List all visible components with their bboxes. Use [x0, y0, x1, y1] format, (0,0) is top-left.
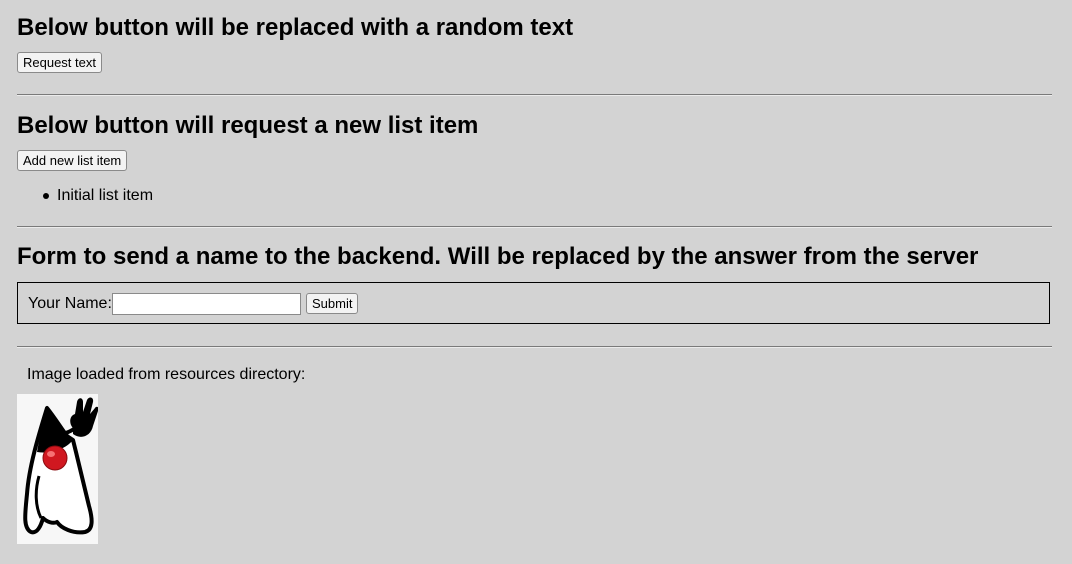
bullet-icon: [43, 193, 49, 199]
name-label: Your Name:: [28, 295, 112, 312]
duke-icon: [23, 397, 99, 535]
divider: [17, 226, 1052, 228]
name-form-heading: Form to send a name to the backend. Will…: [17, 243, 979, 270]
divider: [17, 94, 1052, 96]
random-text-heading: Below button will be replaced with a ran…: [17, 14, 574, 41]
divider: [17, 346, 1052, 348]
name-input[interactable]: [112, 293, 301, 315]
duke-mascot-image: [17, 394, 99, 544]
name-form: Your Name: Submit: [17, 282, 1050, 324]
request-text-button[interactable]: Request text: [17, 52, 102, 73]
list-item: Initial list item: [43, 186, 153, 206]
image-caption: Image loaded from resources directory:: [27, 366, 306, 383]
submit-button[interactable]: Submit: [306, 293, 359, 314]
list-item-text: Initial list item: [57, 187, 154, 204]
list-request-heading: Below button will request a new list ite…: [17, 112, 479, 139]
item-list: Initial list item: [43, 186, 153, 206]
add-list-item-button[interactable]: Add new list item: [17, 150, 128, 171]
